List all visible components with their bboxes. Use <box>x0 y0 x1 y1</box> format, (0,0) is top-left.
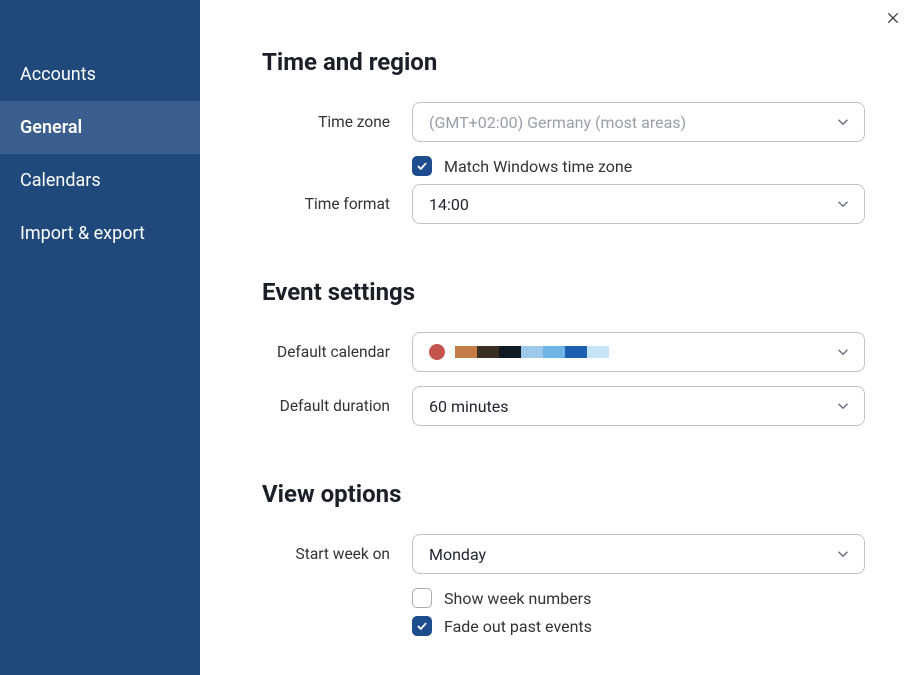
section-title-event-settings: Event settings <box>262 278 865 306</box>
default-calendar-label: Default calendar <box>262 343 412 361</box>
sidebar-item-label: Accounts <box>20 64 96 85</box>
close-icon <box>885 10 901 26</box>
chevron-down-icon <box>834 343 852 361</box>
chevron-down-icon <box>834 545 852 563</box>
default-duration-label: Default duration <box>262 397 412 415</box>
section-title-time-region: Time and region <box>262 48 865 76</box>
calendar-strip-swatch <box>521 346 543 358</box>
timezone-label: Time zone <box>262 113 412 131</box>
close-button[interactable] <box>883 8 903 28</box>
calendar-color-strip <box>455 346 609 358</box>
start-week-label: Start week on <box>262 545 412 563</box>
check-icon <box>415 159 429 173</box>
settings-content: Time and region Time zone (GMT+02:00) Ge… <box>200 0 915 675</box>
check-icon <box>415 619 429 633</box>
default-duration-select[interactable]: 60 minutes <box>412 386 865 426</box>
sidebar-item-import-export[interactable]: Import & export <box>0 207 200 260</box>
chevron-down-icon <box>834 195 852 213</box>
sidebar-item-accounts[interactable]: Accounts <box>0 48 200 101</box>
calendar-strip-swatch <box>587 346 609 358</box>
match-timezone-label: Match Windows time zone <box>444 157 632 176</box>
fade-out-past-label: Fade out past events <box>444 617 592 636</box>
section-title-view-options: View options <box>262 480 865 508</box>
calendar-strip-swatch <box>455 346 477 358</box>
calendar-strip-swatch <box>565 346 587 358</box>
show-week-numbers-checkbox[interactable] <box>412 588 432 608</box>
calendar-strip-swatch <box>499 346 521 358</box>
start-week-select[interactable]: Monday <box>412 534 865 574</box>
timeformat-label: Time format <box>262 195 412 213</box>
fade-out-past-checkbox[interactable] <box>412 616 432 636</box>
calendar-color-dot <box>429 344 445 360</box>
timezone-value: (GMT+02:00) Germany (most areas) <box>429 113 686 132</box>
sidebar-item-label: Import & export <box>20 223 145 244</box>
default-duration-value: 60 minutes <box>429 397 509 416</box>
timeformat-select[interactable]: 14:00 <box>412 184 865 224</box>
sidebar-item-general[interactable]: General <box>0 101 200 154</box>
sidebar-item-label: General <box>20 117 82 138</box>
default-calendar-value <box>429 344 609 360</box>
calendar-strip-swatch <box>543 346 565 358</box>
default-calendar-select[interactable] <box>412 332 865 372</box>
sidebar: Accounts General Calendars Import & expo… <box>0 0 200 675</box>
timezone-select[interactable]: (GMT+02:00) Germany (most areas) <box>412 102 865 142</box>
sidebar-item-label: Calendars <box>20 170 101 191</box>
match-timezone-checkbox[interactable] <box>412 156 432 176</box>
calendar-strip-swatch <box>477 346 499 358</box>
show-week-numbers-label: Show week numbers <box>444 589 591 608</box>
timeformat-value: 14:00 <box>429 195 469 214</box>
chevron-down-icon <box>834 397 852 415</box>
sidebar-item-calendars[interactable]: Calendars <box>0 154 200 207</box>
start-week-value: Monday <box>429 545 486 564</box>
chevron-down-icon <box>834 113 852 131</box>
